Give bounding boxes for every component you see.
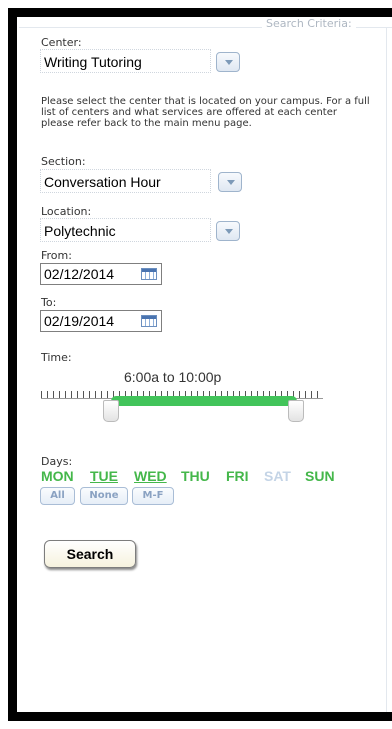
day-toggle-tue[interactable]: TUE bbox=[90, 468, 118, 484]
day-toggle-thu[interactable]: THU bbox=[181, 468, 210, 484]
fieldset-right-border bbox=[386, 28, 387, 712]
fieldset-legend: Search Criteria: bbox=[262, 17, 356, 30]
calendar-icon[interactable] bbox=[141, 268, 157, 280]
day-toggle-mon[interactable]: MON bbox=[41, 468, 74, 484]
center-help-text: Please select the center that is located… bbox=[41, 96, 370, 129]
days-label: Days: bbox=[41, 455, 73, 468]
days-all-button[interactable]: All bbox=[40, 487, 75, 505]
time-label: Time: bbox=[41, 351, 72, 364]
section-label: Section: bbox=[41, 155, 86, 168]
section-select[interactable]: Conversation Hour bbox=[40, 169, 211, 193]
time-range-value: 6:00a to 10:00p bbox=[124, 369, 222, 385]
to-date-value: 02/19/2014 bbox=[44, 313, 115, 329]
day-toggle-sun[interactable]: SUN bbox=[305, 468, 335, 484]
day-toggle-wed[interactable]: WED bbox=[134, 468, 167, 484]
day-toggle-sat[interactable]: SAT bbox=[264, 468, 291, 484]
search-button[interactable]: Search bbox=[44, 540, 136, 568]
from-date-input[interactable]: 02/12/2014 bbox=[40, 263, 162, 285]
time-slider-start-handle[interactable] bbox=[103, 400, 119, 422]
time-slider-end-handle[interactable] bbox=[288, 400, 304, 422]
time-slider-range bbox=[111, 396, 297, 406]
to-label: To: bbox=[41, 296, 57, 309]
location-select[interactable]: Polytechnic bbox=[40, 218, 211, 242]
section-dropdown-chevron-icon[interactable] bbox=[218, 172, 242, 192]
from-label: From: bbox=[41, 249, 72, 262]
center-label: Center: bbox=[41, 36, 82, 49]
from-date-value: 02/12/2014 bbox=[44, 266, 115, 282]
location-dropdown-chevron-icon[interactable] bbox=[216, 221, 240, 241]
to-date-input[interactable]: 02/19/2014 bbox=[40, 310, 162, 332]
days-weekdays-button[interactable]: M-F bbox=[132, 487, 174, 505]
center-dropdown-chevron-icon[interactable] bbox=[216, 52, 240, 72]
days-none-button[interactable]: None bbox=[80, 487, 128, 505]
location-label: Location: bbox=[41, 205, 92, 218]
day-toggle-fri[interactable]: FRI bbox=[226, 468, 249, 484]
center-select[interactable]: Writing Tutoring bbox=[40, 49, 211, 73]
calendar-icon[interactable] bbox=[141, 315, 157, 327]
